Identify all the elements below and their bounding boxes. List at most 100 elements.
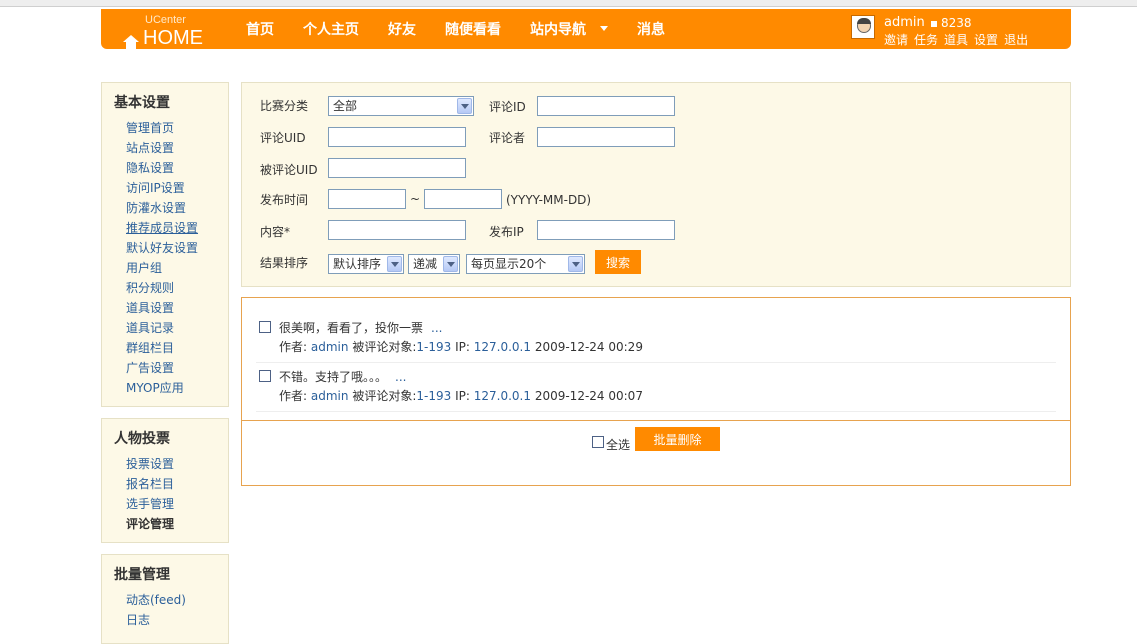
select-all-checkbox[interactable] [592,436,604,448]
list-item: 不错。支持了哦。。。... 作者: admin 被评论对象:1-193 IP: … [256,363,1056,412]
comment-uid-input[interactable] [328,127,466,147]
logout-link[interactable]: 退出 [1004,33,1028,47]
sidebar-item-credit-rules[interactable]: 积分规则 [126,278,228,298]
select-all-label[interactable]: 全选 [606,436,630,453]
list-item: 很美啊，看看了，投你一票... 作者: admin 被评论对象:1-193 IP… [256,314,1056,363]
avatar[interactable] [851,15,875,39]
sidebar-item-privacy[interactable]: 隐私设置 [126,158,228,178]
time-label: 发布时间 [260,193,309,207]
order-select[interactable]: 递减 [408,254,460,274]
dropdown-arrow-icon [387,256,402,272]
sidebar-item-blog[interactable]: 日志 [126,610,228,630]
invite-link[interactable]: 邀请 [884,33,908,47]
sidebar-item-vote-settings[interactable]: 投票设置 [126,454,228,474]
nav-messages[interactable]: 消息 [637,19,665,39]
sidebar-item-anti-spam[interactable]: 防灌水设置 [126,198,228,218]
sidebar-item-recommended-members[interactable]: 推荐成员设置 [126,218,228,238]
per-page-select[interactable]: 每页显示20个 [466,254,585,274]
comment-id-input[interactable] [537,96,675,116]
chevron-down-icon [600,25,608,31]
ip-meta-label: IP: [455,389,470,403]
nav-friends[interactable]: 好友 [388,19,416,39]
nav-profile[interactable]: 个人主页 [303,19,359,39]
ip-link[interactable]: 127.0.0.1 [474,389,531,403]
sidebar-item-props-log[interactable]: 道具记录 [126,318,228,338]
target-link[interactable]: 1-193 [416,340,451,354]
commenter-input[interactable] [537,127,675,147]
credit-count: 8238 [931,16,972,30]
sidebar-item-signup-columns[interactable]: 报名栏目 [126,474,228,494]
comment-uid-label: 评论UID [260,131,306,145]
credit-icon [931,20,937,27]
user-links: 邀请 任务 道具 设置 退出 [884,31,1034,48]
comment-message: 很美啊，看看了，投你一票... [279,319,442,336]
sidebar-item-feed[interactable]: 动态(feed) [126,590,228,610]
ip-meta-label: IP: [455,340,470,354]
sidebar-basic-settings: 基本设置 管理首页 站点设置 隐私设置 访问IP设置 防灌水设置 推荐成员设置 … [101,82,229,407]
sidebar-basic-title: 基本设置 [114,95,170,111]
target-uid-input[interactable] [328,158,466,178]
target-uid-label: 被评论UID [260,163,318,177]
item-checkbox[interactable] [259,370,271,382]
batch-delete-button[interactable]: 批量删除 [635,427,720,451]
sidebar-item-comments[interactable]: 评论管理 [126,514,228,534]
category-select[interactable]: 全部 [328,96,474,116]
sidebar-vote-list: 投票设置 报名栏目 选手管理 评论管理 [114,454,228,534]
username[interactable]: admin [884,15,925,30]
comment-more-link[interactable]: ... [431,321,442,335]
time-format-hint: (YYYY-MM-DD) [506,193,592,207]
nav-browse[interactable]: 随便看看 [445,19,501,39]
dropdown-arrow-icon [443,256,458,272]
category-select-value: 全部 [333,99,358,113]
comment-message: 不错。支持了哦。。。... [279,368,406,385]
sidebar-item-ip-access[interactable]: 访问IP设置 [126,178,228,198]
comment-text: 不错。支持了哦。。。 [279,370,388,384]
comment-more-link[interactable]: ... [395,370,406,384]
content-input[interactable] [328,220,466,240]
order-select-value: 递减 [413,257,438,271]
sidebar-item-default-friends[interactable]: 默认好友设置 [126,238,228,258]
author-link[interactable]: admin [311,340,349,354]
dropdown-arrow-icon [457,98,472,114]
category-label: 比赛分类 [260,99,309,113]
tasks-link[interactable]: 任务 [914,33,938,47]
top-header: UCenter HOME 首页 个人主页 好友 随便看看 站内导航 消息 adm… [101,9,1071,49]
sidebar-vote-title: 人物投票 [114,431,170,447]
time-from-input[interactable] [328,189,406,209]
sort-select[interactable]: 默认排序 [328,254,404,274]
per-page-select-value: 每页显示20个 [471,257,547,271]
target-link[interactable]: 1-193 [416,389,451,403]
item-checkbox[interactable] [259,321,271,333]
sidebar-item-user-groups[interactable]: 用户组 [126,258,228,278]
comment-meta: 作者: admin 被评论对象:1-193 IP: 127.0.0.1 2009… [279,387,643,404]
author-label: 作者: [279,340,308,354]
ip-input[interactable] [537,220,675,240]
author-link[interactable]: admin [311,389,349,403]
settings-link[interactable]: 设置 [974,33,998,47]
avatar-hair-icon [857,18,871,24]
search-form: 比赛分类 全部 评论ID 评论UID 评论者 被评论UID 发布时间 ~ (YY… [241,82,1071,287]
comment-id-label: 评论ID [489,100,526,114]
props-link[interactable]: 道具 [944,33,968,47]
time-to-input[interactable] [424,189,502,209]
sidebar-item-site-settings[interactable]: 站点设置 [126,138,228,158]
logo-big-text: HOME [143,27,203,49]
sidebar-item-contestants[interactable]: 选手管理 [126,494,228,514]
nav-home[interactable]: 首页 [246,19,274,39]
user-panel: admin 8238 邀请 任务 道具 设置 退出 [851,13,1061,47]
credit-value: 8238 [941,16,972,30]
sidebar-item-props-settings[interactable]: 道具设置 [126,298,228,318]
comment-meta: 作者: admin 被评论对象:1-193 IP: 127.0.0.1 2009… [279,338,643,355]
ip-link[interactable]: 127.0.0.1 [474,340,531,354]
nav-site-navigation[interactable]: 站内导航 [530,19,608,39]
sidebar-vote: 人物投票 投票设置 报名栏目 选手管理 评论管理 [101,418,229,543]
search-button[interactable]: 搜索 [595,250,641,274]
sidebar-basic-list: 管理首页 站点设置 隐私设置 访问IP设置 防灌水设置 推荐成员设置 默认好友设… [114,118,228,398]
sidebar-item-group-columns[interactable]: 群组栏目 [126,338,228,358]
sidebar-item-myop[interactable]: MYOP应用 [126,378,228,398]
browser-top-edge [0,0,1137,7]
sidebar-item-ads[interactable]: 广告设置 [126,358,228,378]
dropdown-arrow-icon [568,256,583,272]
sidebar-item-admin-home[interactable]: 管理首页 [126,118,228,138]
comment-time: 2009-12-24 00:07 [534,389,643,403]
